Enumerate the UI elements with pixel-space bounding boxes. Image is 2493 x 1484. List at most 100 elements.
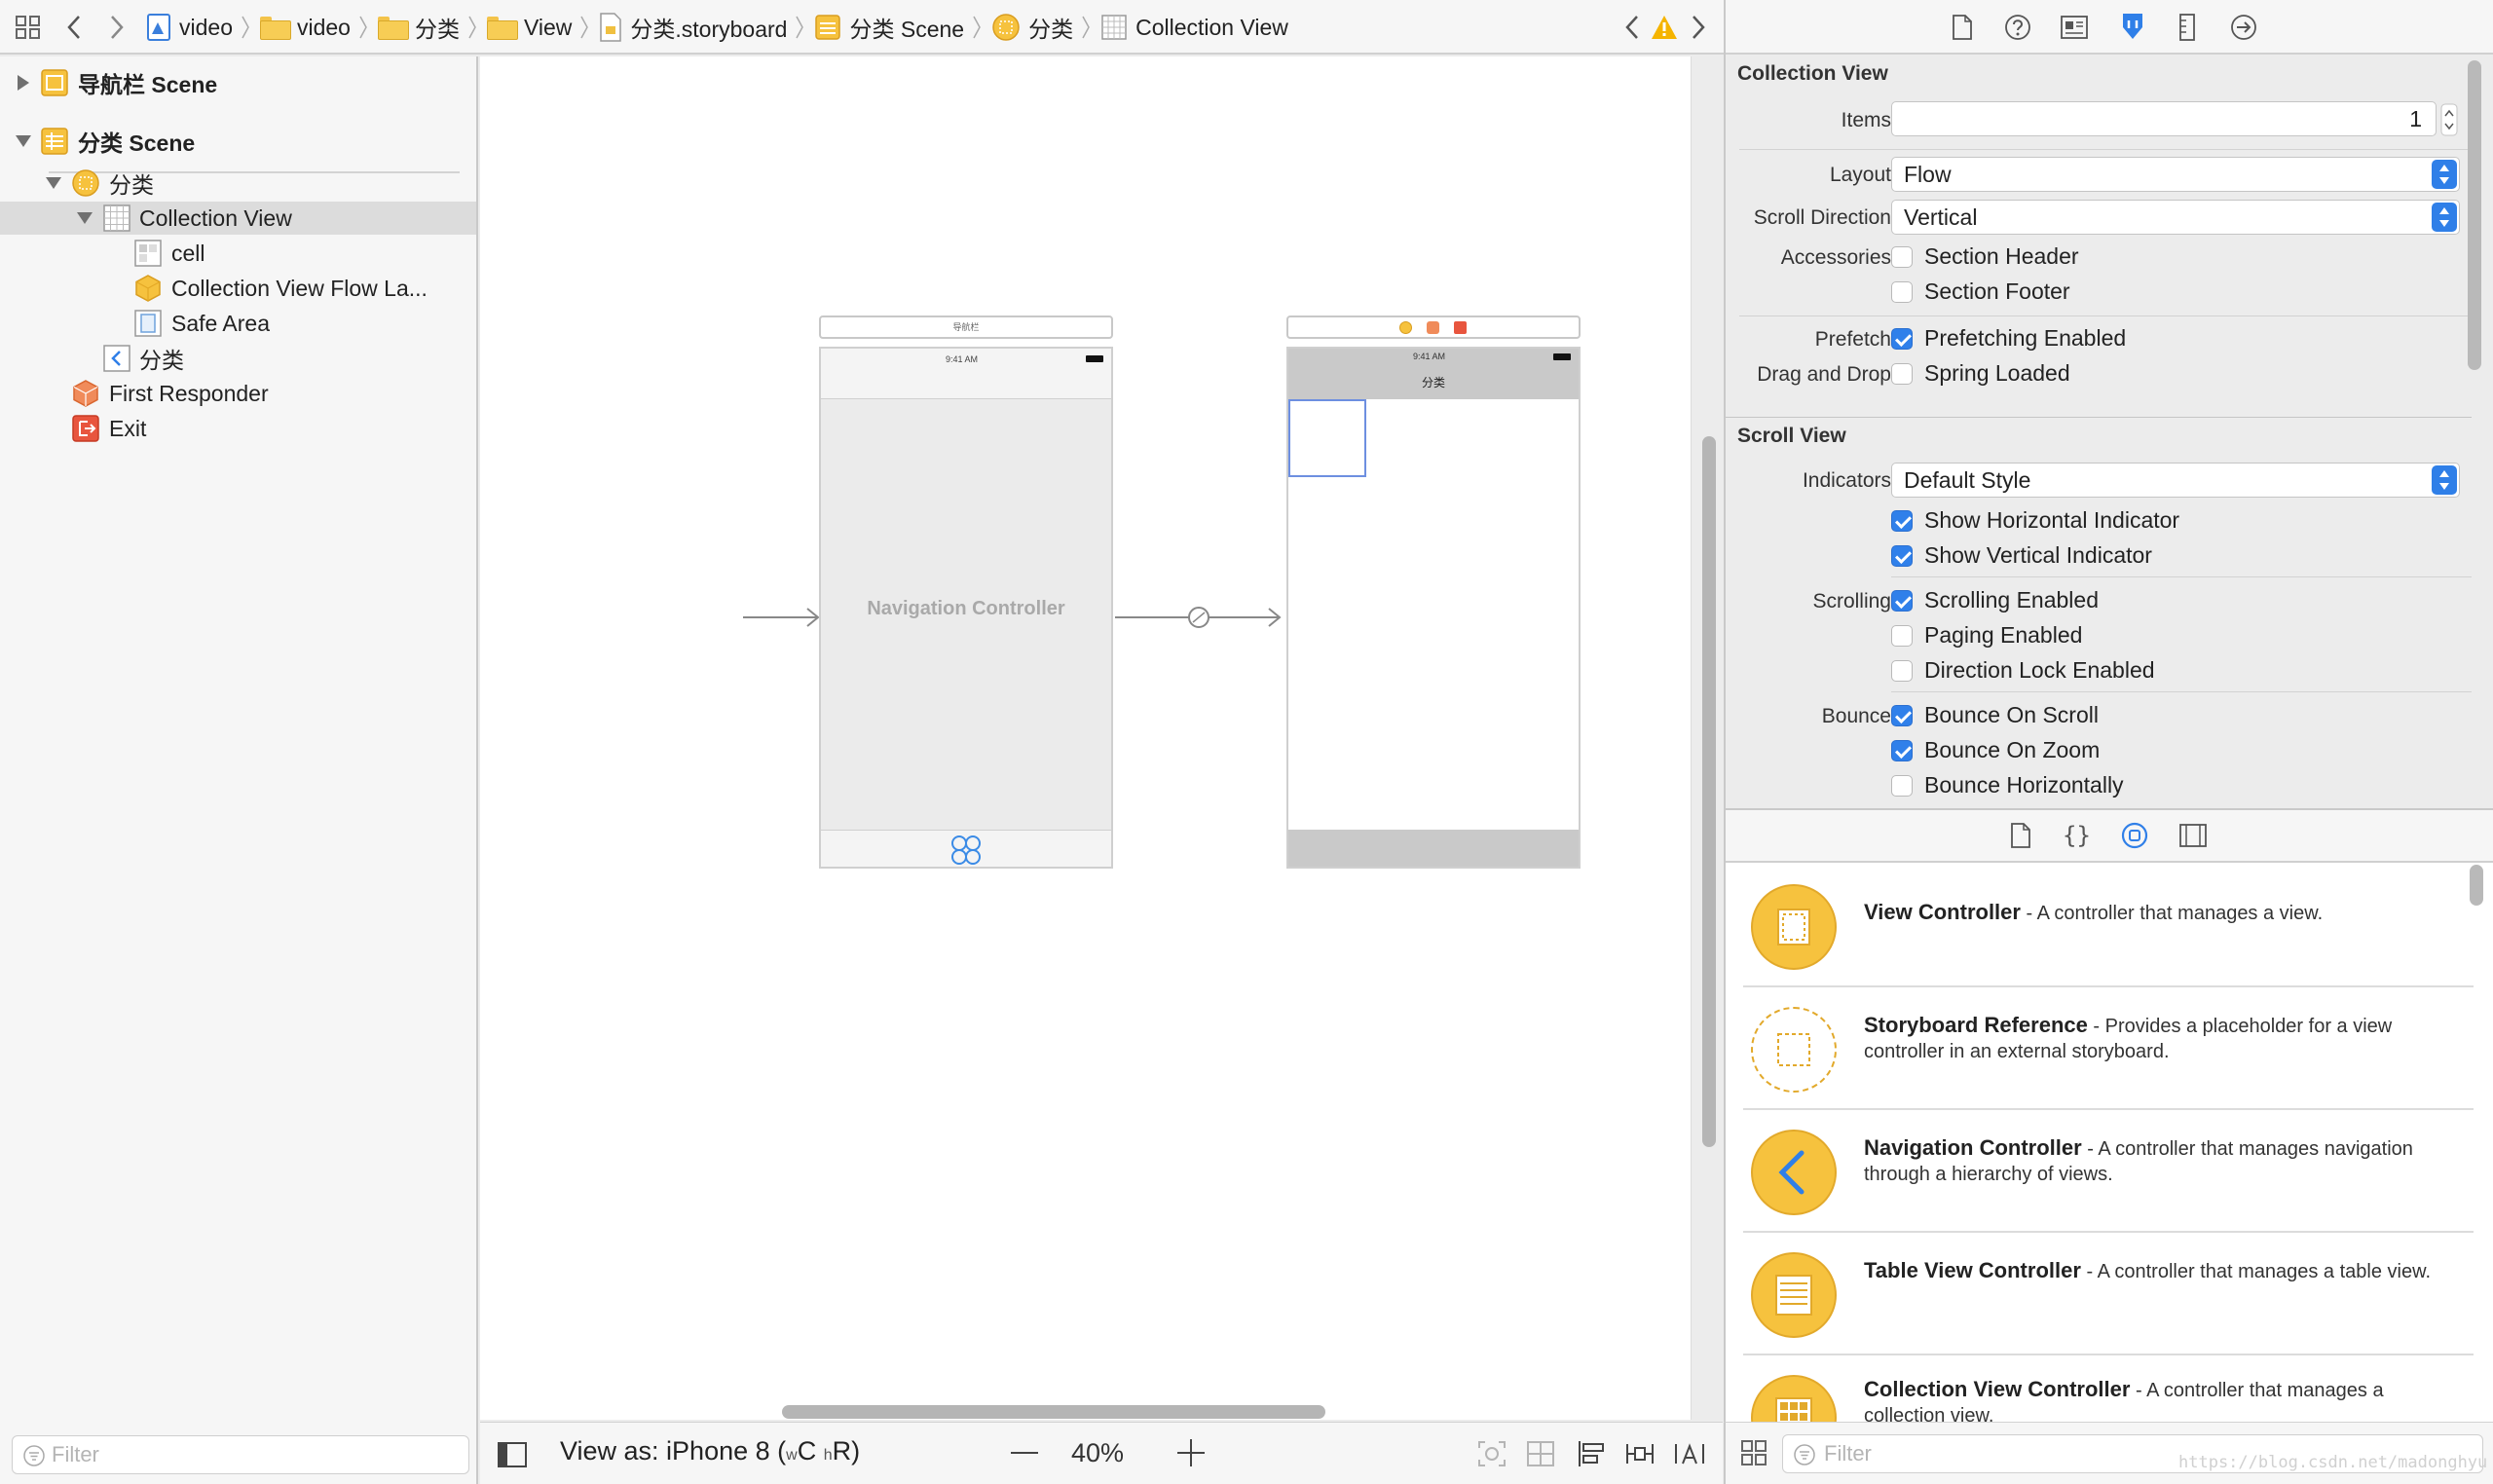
jump-bar: video video 分类 View 分类.storyboard 分类 Sce… <box>0 0 1724 55</box>
crumb-label: video <box>296 14 351 40</box>
view-controller-icon <box>71 168 99 197</box>
prefetching-enabled-checkbox[interactable]: Prefetching Enabled <box>1891 325 2126 352</box>
crumb-group-category[interactable]: 分类 <box>377 11 460 44</box>
storyboard-canvas[interactable]: 导航栏 9:41 AM Navigation Controller 9:41 A… <box>480 56 1692 1420</box>
identity-inspector-icon[interactable] <box>2061 15 2088 40</box>
outline-item-nav-scene[interactable]: 导航栏 Scene <box>0 66 476 99</box>
navigation-controller-scene[interactable]: 9:41 AM Navigation Controller <box>819 347 1113 869</box>
back-chevron-icon[interactable] <box>66 15 82 40</box>
crumb-scene[interactable]: 分类 Scene <box>814 11 964 44</box>
entry-point-arrow-icon[interactable] <box>743 606 821 629</box>
disclosure-collapsed-icon[interactable] <box>18 75 29 91</box>
items-field[interactable]: 1 <box>1891 101 2437 136</box>
disclosure-expanded-icon[interactable] <box>16 135 31 147</box>
status-bar: 9:41 AM <box>821 349 1111 399</box>
crumb-project[interactable]: video <box>146 13 233 42</box>
inspector-scrollbar[interactable] <box>2468 60 2481 370</box>
scene-dock[interactable] <box>1286 315 1581 339</box>
library-item-navigation-controller[interactable]: Navigation Controller - A controller tha… <box>1743 1110 2474 1233</box>
zoom-out-icon[interactable] <box>1011 1452 1038 1454</box>
checkbox-label: Section Footer <box>1924 278 2070 304</box>
align-icon[interactable] <box>1577 1440 1606 1467</box>
outline-item-collection-view[interactable]: Collection View <box>0 202 476 235</box>
toggle-outline-icon[interactable] <box>498 1442 527 1467</box>
library-item-name: Table View Controller <box>1864 1258 2081 1282</box>
outline-item-safe-area[interactable]: Safe Area <box>0 307 476 340</box>
checkbox-unchecked-icon <box>1891 774 1913 797</box>
items-stepper-icon[interactable] <box>2440 103 2458 136</box>
forward-chevron-icon[interactable] <box>109 15 125 40</box>
view-controller-icon[interactable] <box>1399 321 1412 334</box>
connections-inspector-icon[interactable] <box>2230 14 2257 41</box>
first-responder-icon[interactable] <box>1427 321 1439 334</box>
library-item-text: Collection View Controller - A controlle… <box>1864 1377 2448 1426</box>
quick-help-icon[interactable] <box>2004 14 2031 41</box>
show-vertical-indicator-checkbox[interactable]: Show Vertical Indicator <box>1891 542 2152 569</box>
outline-item-first-responder[interactable]: First Responder <box>0 377 476 410</box>
file-template-icon[interactable] <box>2010 823 2031 848</box>
code-snippet-icon[interactable]: {} <box>2063 822 2091 849</box>
previous-issue-icon[interactable] <box>1624 15 1640 40</box>
checkbox-label: Prefetching Enabled <box>1924 325 2127 351</box>
outline-item-category-scene[interactable]: 分类 Scene <box>0 125 476 158</box>
layout-popup[interactable]: Flow <box>1891 157 2460 192</box>
scroll-direction-popup[interactable]: Vertical <box>1891 200 2460 235</box>
library-scrollbar[interactable] <box>2470 865 2483 906</box>
crumb-separator-icon <box>795 15 804 40</box>
crumb-group-video[interactable]: video <box>259 14 351 41</box>
document-outline: 导航栏 Scene 分类 Scene 分类 Collection View ce… <box>0 56 478 1484</box>
scene-title-bar[interactable]: 导航栏 <box>819 315 1113 339</box>
category-scene[interactable]: 9:41 AM 分类 <box>1286 347 1581 869</box>
attributes-inspector-icon[interactable] <box>2119 12 2146 41</box>
library-item-storyboard-reference[interactable]: Storyboard Reference - Provides a placeh… <box>1743 987 2474 1110</box>
inspector-tabs <box>1726 0 2493 55</box>
spring-loaded-checkbox[interactable]: Spring Loaded <box>1891 360 2070 387</box>
paging-enabled-checkbox[interactable]: Paging Enabled <box>1891 622 2082 649</box>
crumb-collection-view[interactable]: Collection View <box>1100 14 1288 41</box>
object-library-icon[interactable] <box>2121 822 2148 849</box>
library-item-view-controller[interactable]: View Controller - A controller that mana… <box>1743 865 2474 987</box>
crumb-storyboard[interactable]: 分类.storyboard <box>599 11 787 44</box>
next-issue-icon[interactable] <box>1691 15 1706 40</box>
disclosure-expanded-icon[interactable] <box>77 212 93 224</box>
breadcrumb: video video 分类 View 分类.storyboard 分类 Sce… <box>146 0 1288 55</box>
disclosure-expanded-icon[interactable] <box>46 177 61 189</box>
related-items-icon[interactable] <box>16 16 41 39</box>
bounce-horizontally-checkbox[interactable]: Bounce Horizontally <box>1891 772 2124 798</box>
crumb-group-view[interactable]: View <box>486 15 572 41</box>
media-library-icon[interactable] <box>2179 823 2207 848</box>
grid-view-icon[interactable] <box>1741 1440 1767 1465</box>
outline-filter-field[interactable]: Filter <box>12 1435 469 1474</box>
outline-item-flow-layout[interactable]: Collection View Flow La... <box>0 272 476 305</box>
relationship-icon <box>949 834 984 867</box>
section-header-checkbox[interactable]: Section Header <box>1891 243 2079 270</box>
bounce-on-zoom-checkbox[interactable]: Bounce On Zoom <box>1891 737 2100 763</box>
add-constraints-icon[interactable] <box>1625 1440 1655 1467</box>
file-inspector-icon[interactable] <box>1952 15 1973 40</box>
outline-item-view-controller[interactable]: 分类 <box>0 167 476 200</box>
segue-arrow-icon[interactable] <box>1115 606 1283 629</box>
zoom-in-icon[interactable] <box>1177 1439 1205 1466</box>
outline-item-navigation-item[interactable]: 分类 <box>0 342 476 375</box>
view-as-device-button[interactable]: View as: iPhone 8 (wC hR) <box>560 1436 860 1466</box>
canvas-vertical-scrollbar[interactable] <box>1702 436 1716 1147</box>
size-inspector-icon[interactable] <box>2177 14 2197 41</box>
section-footer-checkbox[interactable]: Section Footer <box>1891 278 2070 305</box>
crumb-view-controller[interactable]: 分类 <box>991 11 1073 44</box>
embed-in-icon[interactable] <box>1477 1440 1507 1467</box>
library-item-collection-view-controller[interactable]: Collection View Controller - A controlle… <box>1743 1355 2474 1426</box>
outline-item-exit[interactable]: Exit <box>0 412 476 445</box>
indicators-popup[interactable]: Default Style <box>1891 463 2460 498</box>
resolve-autolayout-icon[interactable] <box>1674 1440 1705 1467</box>
outline-item-cell[interactable]: cell <box>0 237 476 270</box>
direction-lock-checkbox[interactable]: Direction Lock Enabled <box>1891 657 2155 684</box>
collection-view-cell[interactable] <box>1288 399 1366 477</box>
update-frames-icon[interactable] <box>1526 1440 1555 1467</box>
bounce-on-scroll-checkbox[interactable]: Bounce On Scroll <box>1891 702 2099 728</box>
canvas-horizontal-scrollbar[interactable] <box>782 1405 1325 1419</box>
exit-icon[interactable] <box>1454 321 1467 334</box>
library-item-table-view-controller[interactable]: Table View Controller - A controller tha… <box>1743 1233 2474 1355</box>
warning-icon[interactable] <box>1650 14 1679 41</box>
scrolling-enabled-checkbox[interactable]: Scrolling Enabled <box>1891 587 2099 613</box>
show-horizontal-indicator-checkbox[interactable]: Show Horizontal Indicator <box>1891 507 2179 534</box>
